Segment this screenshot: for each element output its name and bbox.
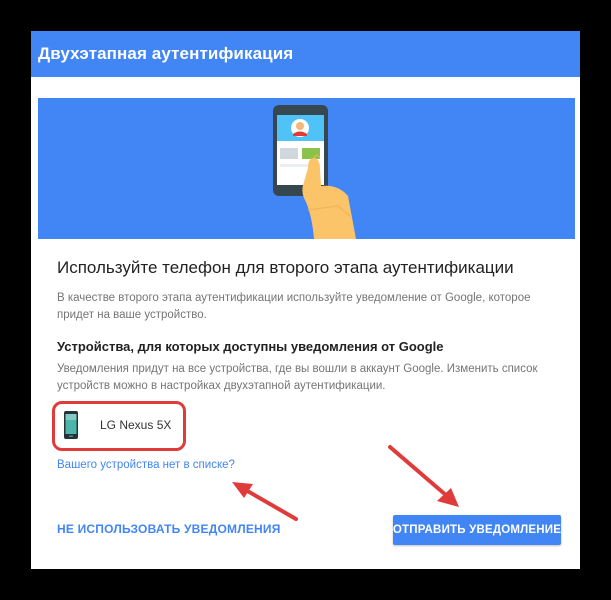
device-name: LG Nexus 5X [100,418,172,432]
section-heading: Используйте телефон для второго этапа ау… [57,258,514,277]
section-description: В качестве второго этапа аутентификации … [57,292,531,321]
header-bar: Двухэтапная аутентификация [31,31,580,77]
phone-icon [64,411,78,439]
dialog-window: Двухэтапная аутентификация Используйте т… [31,31,580,569]
dont-use-notifications-button[interactable]: НЕ ИСПОЛЬЗОВАТЬ УВЕДОМЛЕНИЯ [57,522,281,536]
hero-banner [38,98,575,239]
send-notification-button[interactable]: ОТПРАВИТЬ УВЕДОМЛЕНИЕ [393,515,561,545]
device-not-listed-link[interactable]: Вашего устройства нет в списке? [57,459,235,471]
device-item[interactable]: LG Nexus 5X [52,401,186,451]
page-title: Двухэтапная аутентификация [38,44,294,63]
phone-illustration [273,105,356,239]
devices-heading: Устройства, для которых доступны уведомл… [57,339,444,354]
devices-description: Уведомления придут на все устройства, гд… [57,363,538,392]
